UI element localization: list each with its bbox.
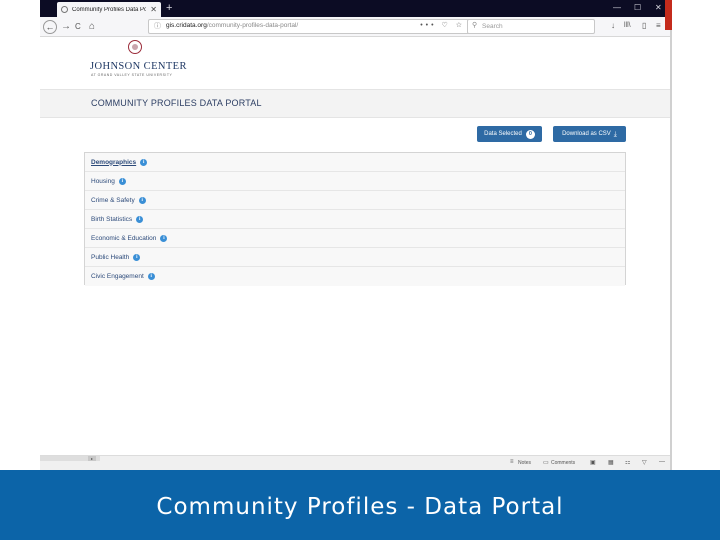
- category-row-economic-education[interactable]: Economic & Education i: [85, 229, 625, 248]
- zoom-minus-icon[interactable]: —: [659, 459, 665, 465]
- data-selected-label: Data Selected: [484, 131, 522, 137]
- tab-title: Community Profiles Data Portal: [72, 6, 146, 13]
- forward-button[interactable]: →: [61, 20, 71, 33]
- category-label[interactable]: Housing: [91, 178, 115, 185]
- info-icon[interactable]: i: [118, 177, 126, 185]
- reading-view-icon[interactable]: ⚏: [625, 459, 630, 466]
- back-button[interactable]: ←: [43, 20, 57, 34]
- data-selected-button[interactable]: Data Selected 0: [477, 126, 542, 142]
- download-csv-button[interactable]: Download as CSV ⤓: [553, 126, 626, 142]
- maximize-button[interactable]: ☐: [634, 2, 641, 14]
- category-label[interactable]: Demographics: [91, 159, 136, 166]
- status-bar: ▸ ≡ Notes ▭ Comments ▣ ▦ ⚏ ▽ —: [40, 455, 670, 470]
- notes-icon: ≡: [510, 459, 514, 465]
- address-bar[interactable]: ⓘ gis.cridata.org/community-profiles-dat…: [148, 19, 470, 34]
- downloads-icon[interactable]: ↓: [611, 20, 615, 32]
- close-tab-icon[interactable]: ✕: [150, 5, 157, 14]
- category-row-demographics[interactable]: Demographics i: [85, 153, 625, 172]
- category-row-civic-engagement[interactable]: Civic Engagement i: [85, 267, 625, 286]
- site-header: JOHNSON CENTER at Grand Valley State Uni…: [40, 37, 670, 89]
- tab-strip: Community Profiles Data Portal ✕ + — ☐ ✕: [40, 0, 670, 17]
- logo-subtitle: at Grand Valley State University: [91, 73, 173, 77]
- info-icon[interactable]: i: [136, 215, 144, 223]
- browser-window: Community Profiles Data Portal ✕ + — ☐ ✕…: [40, 0, 672, 470]
- category-label[interactable]: Birth Statistics: [91, 216, 132, 223]
- info-icon[interactable]: i: [133, 253, 141, 261]
- horizontal-scrollbar[interactable]: ▸: [40, 456, 100, 461]
- comments-button[interactable]: Comments: [551, 460, 575, 466]
- download-icon: ⤓: [613, 130, 617, 138]
- normal-view-icon[interactable]: ▣: [590, 459, 596, 466]
- comments-icon: ▭: [543, 460, 549, 466]
- sidebar-icon[interactable]: ▯: [642, 20, 646, 32]
- url-path: /community-profiles-data-portal/: [206, 22, 299, 29]
- category-row-housing[interactable]: Housing i: [85, 172, 625, 191]
- minimize-button[interactable]: —: [613, 2, 621, 14]
- info-icon[interactable]: i: [147, 273, 155, 280]
- info-icon[interactable]: i: [160, 234, 168, 242]
- info-icon[interactable]: i: [140, 158, 148, 166]
- search-input[interactable]: Search: [482, 23, 503, 30]
- category-label[interactable]: Economic & Education: [91, 235, 156, 242]
- browser-tab[interactable]: Community Profiles Data Portal ✕: [57, 2, 161, 17]
- site-info-icon[interactable]: ⓘ: [154, 21, 161, 31]
- favicon-icon: [61, 6, 68, 13]
- navigation-bar: ← → C ⌂ ⓘ gis.cridata.org/community-prof…: [40, 17, 670, 37]
- category-label[interactable]: Civic Engagement: [91, 273, 144, 280]
- slideshow-icon[interactable]: ▽: [642, 459, 647, 466]
- search-bar[interactable]: ⚲ Search: [467, 19, 595, 34]
- page-title: COMMUNITY PROFILES DATA PORTAL: [91, 98, 262, 108]
- home-button[interactable]: ⌂: [89, 20, 95, 33]
- library-icon[interactable]: lll\: [624, 20, 631, 32]
- category-label[interactable]: Crime & Safety: [91, 197, 135, 204]
- slide-sorter-icon[interactable]: ▦: [608, 459, 614, 466]
- info-icon[interactable]: i: [138, 196, 146, 204]
- portal-title-band: COMMUNITY PROFILES DATA PORTAL: [40, 89, 670, 118]
- new-tab-button[interactable]: +: [166, 1, 172, 15]
- slide-title: Community Profiles - Data Portal: [156, 494, 564, 520]
- category-label[interactable]: Public Health: [91, 254, 129, 261]
- menu-icon[interactable]: ≡: [656, 20, 661, 32]
- url-text[interactable]: gis.cridata.org/community-profiles-data-…: [166, 22, 298, 29]
- url-domain: gis.cridata.org: [166, 22, 207, 29]
- notes-button[interactable]: Notes: [518, 460, 531, 466]
- close-window-button[interactable]: ✕: [655, 2, 662, 14]
- page-actions-icon[interactable]: ••• ♡ ☆: [420, 21, 465, 29]
- reload-button[interactable]: C: [75, 20, 81, 33]
- category-accordion: Demographics i Housing i Crime & Safety …: [84, 152, 626, 286]
- category-row-birth-statistics[interactable]: Birth Statistics i: [85, 210, 625, 229]
- search-icon: ⚲: [472, 22, 478, 29]
- university-seal-logo: [128, 40, 142, 54]
- slide-footer: Community Profiles - Data Portal: [0, 470, 720, 540]
- window-edge-marker: [665, 0, 672, 30]
- selected-count-badge: 0: [525, 129, 535, 139]
- category-row-public-health[interactable]: Public Health i: [85, 248, 625, 267]
- logo-name[interactable]: JOHNSON CENTER: [90, 61, 187, 72]
- download-label: Download as CSV: [562, 131, 611, 137]
- scroll-arrow-icon[interactable]: ▸: [88, 456, 96, 461]
- category-row-crime-safety[interactable]: Crime & Safety i: [85, 191, 625, 210]
